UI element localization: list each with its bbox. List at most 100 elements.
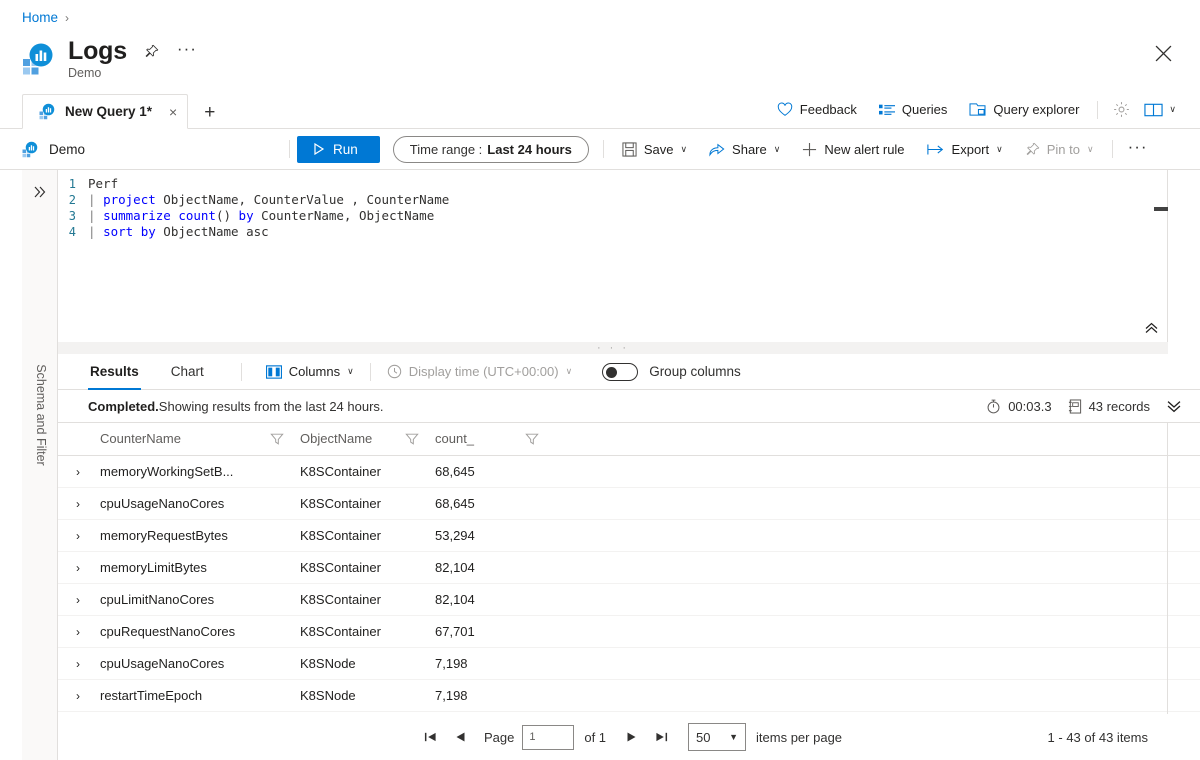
table-row[interactable]: › memoryLimitBytes K8SContainer 82,104 xyxy=(58,551,1200,583)
row-expand-cell[interactable]: › xyxy=(58,679,100,711)
row-expand-cell[interactable]: › xyxy=(58,551,100,583)
plus-icon xyxy=(802,142,817,157)
queries-button[interactable]: Queries xyxy=(868,98,959,121)
export-label: Export xyxy=(952,142,990,157)
tab-results[interactable]: Results xyxy=(88,354,141,390)
save-button[interactable]: Save ∨ xyxy=(611,138,698,161)
table-row[interactable]: › restartTimeEpoch K8SNode 7,198 xyxy=(58,679,1200,711)
settings-button[interactable] xyxy=(1105,97,1138,122)
new-query-tab-button[interactable]: + xyxy=(204,102,215,124)
editor-right-border xyxy=(1167,170,1168,342)
results-tabbar: Results Chart Columns ∨ xyxy=(58,354,1200,390)
kql-code[interactable]: 1 Perf 2 | project ObjectName, CounterVa… xyxy=(58,170,1167,240)
pin-to-chevron-down-icon[interactable]: ∨ xyxy=(1087,144,1094,155)
row-expand-cell[interactable]: › xyxy=(58,615,100,647)
filter-icon[interactable] xyxy=(270,432,284,446)
column-header-countername[interactable]: CounterName xyxy=(100,423,300,455)
filter-icon[interactable] xyxy=(525,432,539,446)
row-expand-cell[interactable]: › xyxy=(58,647,100,679)
row-expand-cell[interactable]: › xyxy=(58,487,100,519)
editor-scrollbar-marker[interactable] xyxy=(1154,207,1168,211)
new-alert-rule-button[interactable]: New alert rule xyxy=(791,138,915,161)
column-header-count[interactable]: count_ xyxy=(435,423,555,455)
page-size-chevron-down-icon: ▼ xyxy=(729,732,738,742)
table-row[interactable]: › cpuLimitNanoCores K8SContainer 82,104 xyxy=(58,583,1200,615)
query-tab-icon xyxy=(39,103,56,120)
time-range-picker[interactable]: Time range : Last 24 hours xyxy=(393,136,589,163)
cell-spacer xyxy=(555,519,1200,551)
row-expand-cell[interactable]: › xyxy=(58,519,100,551)
share-chevron-down-icon[interactable]: ∨ xyxy=(774,144,781,155)
title-line: Logs ··· xyxy=(68,38,197,64)
tab-results-label: Results xyxy=(90,364,139,379)
code-text: Perf xyxy=(88,176,118,192)
blade-more-icon[interactable]: ··· xyxy=(177,40,197,63)
cell-countername: cpuUsageNanoCores xyxy=(100,647,300,679)
status-completed: Completed. xyxy=(88,399,159,414)
row-expand-cell[interactable]: › xyxy=(58,583,100,615)
query-explorer-button[interactable]: Query explorer xyxy=(958,98,1090,121)
chevron-right-icon[interactable]: › xyxy=(58,561,80,575)
table-row[interactable]: › memoryRequestBytes K8SContainer 53,294 xyxy=(58,519,1200,551)
help-book-button[interactable]: ∨ xyxy=(1138,98,1182,122)
pin-to-button[interactable]: Pin to ∨ xyxy=(1014,138,1105,161)
double-chevron-down-icon[interactable] xyxy=(1166,400,1182,413)
first-page-button[interactable] xyxy=(416,723,446,751)
group-columns-toggle[interactable] xyxy=(602,363,638,381)
column-header-objectname[interactable]: ObjectName xyxy=(300,423,435,455)
double-chevron-right-icon[interactable] xyxy=(22,180,58,204)
previous-page-button[interactable] xyxy=(446,723,476,751)
last-page-button[interactable] xyxy=(646,723,676,751)
query-tab-close-icon[interactable]: × xyxy=(169,105,177,119)
breadcrumb-home[interactable]: Home xyxy=(22,10,58,25)
pin-icon[interactable] xyxy=(141,40,163,62)
query-tab[interactable]: New Query 1* × xyxy=(22,94,188,129)
group-columns-control[interactable]: Group columns xyxy=(602,363,741,381)
chevron-right-icon[interactable]: › xyxy=(58,593,80,607)
record-count-label: 43 records xyxy=(1089,399,1150,414)
play-icon xyxy=(313,143,325,155)
tab-chart[interactable]: Chart xyxy=(169,354,206,390)
chevron-right-icon[interactable]: › xyxy=(58,497,80,511)
chevron-right-icon[interactable]: › xyxy=(58,465,80,479)
chevron-right-icon[interactable]: › xyxy=(58,625,80,639)
filter-icon[interactable] xyxy=(405,432,419,446)
display-time-label: Display time (UTC+00:00) xyxy=(409,364,559,379)
table-row[interactable]: › cpuUsageNanoCores K8SContainer 68,645 xyxy=(58,487,1200,519)
display-time-chevron-down-icon[interactable]: ∨ xyxy=(566,366,573,377)
run-button[interactable]: Run xyxy=(297,136,380,163)
chevron-right-icon[interactable]: › xyxy=(58,529,80,543)
save-chevron-down-icon[interactable]: ∨ xyxy=(680,144,687,155)
chevron-right-icon[interactable]: › xyxy=(58,689,80,703)
chevron-right-icon[interactable]: › xyxy=(58,657,80,671)
page-size-value: 50 xyxy=(696,730,710,745)
feedback-button[interactable]: Feedback xyxy=(766,98,868,121)
results-table-wrapper: CounterName ObjectName xyxy=(58,423,1200,714)
cell-countername: cpuUsageNanoCores xyxy=(100,487,300,519)
double-chevron-up-icon[interactable] xyxy=(1144,322,1159,334)
columns-button[interactable]: Columns ∨ xyxy=(258,360,362,383)
close-blade-button[interactable] xyxy=(1148,38,1178,68)
schema-filter-rail[interactable]: Schema and Filter xyxy=(22,170,58,760)
export-button[interactable]: Export ∨ xyxy=(916,138,1014,161)
display-time-button[interactable]: Display time (UTC+00:00) ∨ xyxy=(379,360,581,383)
blade-subtitle: Demo xyxy=(68,66,197,80)
row-expand-cell[interactable]: › xyxy=(58,455,100,487)
columns-chevron-down-icon[interactable]: ∨ xyxy=(347,366,354,377)
page-size-select[interactable]: 50 ▼ xyxy=(688,723,746,751)
share-button[interactable]: Share ∨ xyxy=(698,138,791,161)
query-tabstrip: New Query 1* × + Feedback xyxy=(0,94,1200,129)
help-book-chevron-down-icon[interactable]: ∨ xyxy=(1169,104,1176,115)
page-number-input[interactable] xyxy=(522,725,574,750)
next-page-button[interactable] xyxy=(616,723,646,751)
cell-count: 53,294 xyxy=(435,519,555,551)
workspace-scope[interactable]: Demo xyxy=(22,141,85,158)
page-of-label: of 1 xyxy=(584,730,606,745)
table-row[interactable]: › memoryWorkingSetB... K8SContainer 68,6… xyxy=(58,455,1200,487)
table-row[interactable]: › cpuRequestNanoCores K8SContainer 67,70… xyxy=(58,615,1200,647)
kql-query-editor[interactable]: 1 Perf 2 | project ObjectName, CounterVa… xyxy=(58,170,1168,342)
export-chevron-down-icon[interactable]: ∨ xyxy=(996,144,1003,155)
editor-results-splitter[interactable]: · · · xyxy=(58,342,1168,354)
table-row[interactable]: › cpuUsageNanoCores K8SNode 7,198 xyxy=(58,647,1200,679)
toolbar-more-icon[interactable]: ··· xyxy=(1120,138,1162,161)
